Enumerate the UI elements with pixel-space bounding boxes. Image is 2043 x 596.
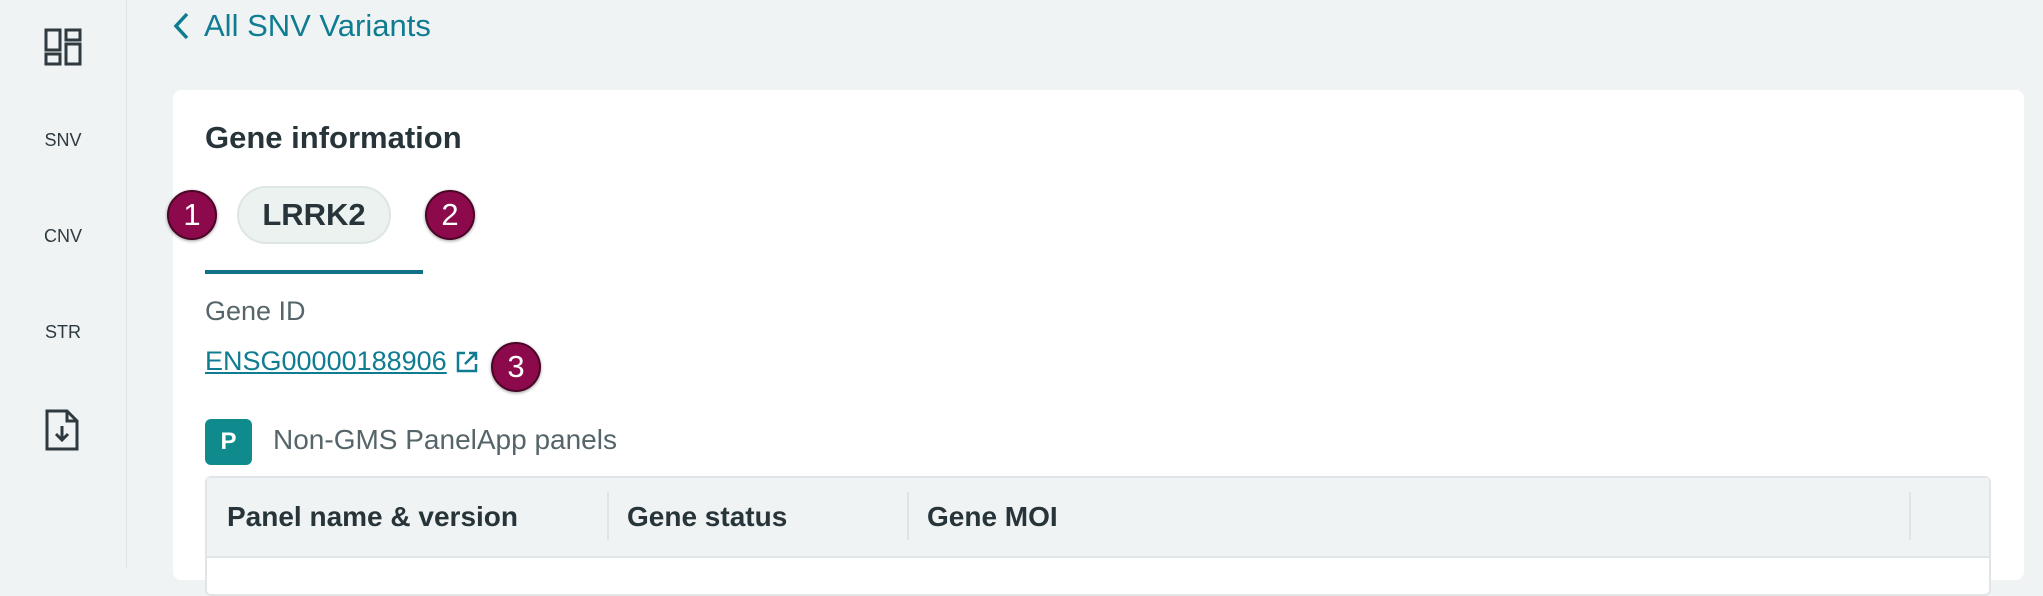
external-link-icon — [456, 351, 477, 372]
back-link-label: All SNV Variants — [204, 8, 431, 43]
sidebar-item-cnv[interactable]: CNV — [0, 226, 126, 247]
sidebar-item-snv[interactable]: SNV — [0, 130, 126, 151]
sidebar-item-str[interactable]: STR — [0, 322, 126, 343]
gene-information-card: Gene information 1 LRRK2 2 Gene ID ENSG0… — [167, 90, 2024, 596]
table-header: Panel name & version Gene status Gene MO… — [207, 478, 1989, 558]
column-divider — [1909, 492, 1911, 540]
dashboard-icon[interactable] — [44, 28, 82, 71]
file-download-icon[interactable] — [44, 408, 80, 457]
marker-3: 3 — [491, 342, 541, 392]
marker-2: 2 — [425, 190, 475, 240]
gene-id-label: Gene ID — [205, 296, 306, 326]
gene-id-value: ENSG00000188906 — [205, 346, 447, 376]
tab-gene-lrrk2[interactable]: LRRK2 — [237, 186, 391, 244]
active-tab-indicator — [205, 270, 423, 274]
section-title: Gene information — [205, 120, 462, 155]
column-header-panel-name[interactable]: Panel name & version — [227, 478, 518, 556]
panelapp-badge: P — [205, 419, 252, 465]
marker-1: 1 — [167, 190, 217, 240]
column-header-gene-moi[interactable]: Gene MOI — [927, 478, 1058, 556]
panels-table: Panel name & version Gene status Gene MO… — [205, 476, 1991, 596]
gene-id-link[interactable]: ENSG00000188906 — [205, 346, 479, 377]
sidebar: SNV CNV STR — [0, 0, 127, 568]
column-divider — [907, 492, 909, 540]
back-to-snv-variants-link[interactable]: All SNV Variants — [172, 8, 431, 44]
column-divider — [607, 492, 609, 540]
column-header-gene-status[interactable]: Gene status — [627, 478, 787, 556]
chevron-left-icon — [173, 12, 189, 40]
panelapp-label: Non-GMS PanelApp panels — [273, 424, 617, 455]
